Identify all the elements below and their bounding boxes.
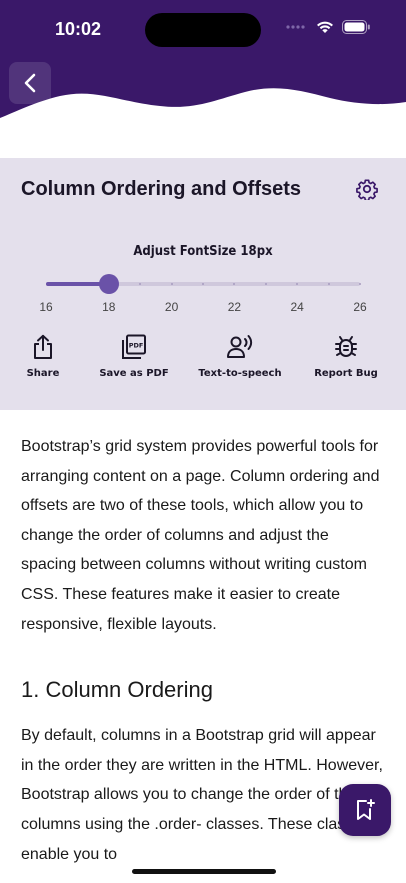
slider-thumb[interactable] xyxy=(98,274,119,294)
section-paragraph: By default, columns in a Bootstrap grid … xyxy=(21,727,383,863)
slider-tick-label: 16 xyxy=(39,300,53,314)
save-pdf-button[interactable]: PDF Save as PDF xyxy=(89,334,179,379)
bookmark-add-icon xyxy=(357,799,375,820)
slider-tick xyxy=(170,283,173,285)
reading-tools-panel: Column Ordering and Offsets Adjust FontS… xyxy=(0,158,406,410)
chevron-left-icon xyxy=(24,73,36,93)
section-heading: 1. Column Ordering xyxy=(21,677,213,703)
status-icons xyxy=(286,20,370,34)
report-bug-label: Report Bug xyxy=(314,368,378,379)
gear-icon[interactable] xyxy=(356,178,378,200)
share-label: Share xyxy=(26,368,60,379)
article-content: Bootstrap’s grid system provides powerfu… xyxy=(21,432,386,869)
text-to-speech-label: Text-to-speech xyxy=(198,368,282,379)
pdf-icon: PDF xyxy=(122,334,146,359)
svg-text:PDF: PDF xyxy=(129,342,144,350)
battery-icon xyxy=(342,20,370,34)
font-size-slider[interactable] xyxy=(46,274,361,294)
dynamic-island xyxy=(145,13,261,47)
home-indicator xyxy=(132,869,276,874)
speaker-icon xyxy=(227,335,253,358)
save-pdf-label: Save as PDF xyxy=(99,368,169,379)
share-icon xyxy=(34,334,52,359)
report-bug-button[interactable]: Report Bug xyxy=(301,334,391,379)
slider-tick xyxy=(327,283,330,285)
slider-tick-label: 20 xyxy=(164,300,179,314)
slider-tick-label: 24 xyxy=(290,300,304,314)
text-to-speech-button[interactable]: Text-to-speech xyxy=(195,334,285,379)
slider-tick xyxy=(202,283,204,285)
font-size-label: Adjust FontSize 18px xyxy=(133,244,273,259)
slider-tick-label: 18 xyxy=(102,300,116,314)
slider-tick-label: 22 xyxy=(227,300,242,314)
page-title: Column Ordering and Offsets xyxy=(21,178,302,200)
add-bookmark-button[interactable] xyxy=(339,784,391,836)
wifi-icon xyxy=(317,21,333,33)
slider-tick xyxy=(264,283,267,285)
status-time: 10:02 xyxy=(55,19,102,39)
signal-icon xyxy=(286,25,305,29)
app-header: 10:02 xyxy=(0,0,406,158)
status-bar: 10:02 xyxy=(0,0,406,58)
intro-paragraph: Bootstrap’s grid system provides powerfu… xyxy=(21,438,380,633)
slider-tick-label: 26 xyxy=(353,300,367,314)
bug-icon xyxy=(335,336,357,357)
share-button[interactable]: Share xyxy=(0,334,88,379)
slider-tick xyxy=(359,283,361,285)
back-button[interactable] xyxy=(9,62,51,104)
